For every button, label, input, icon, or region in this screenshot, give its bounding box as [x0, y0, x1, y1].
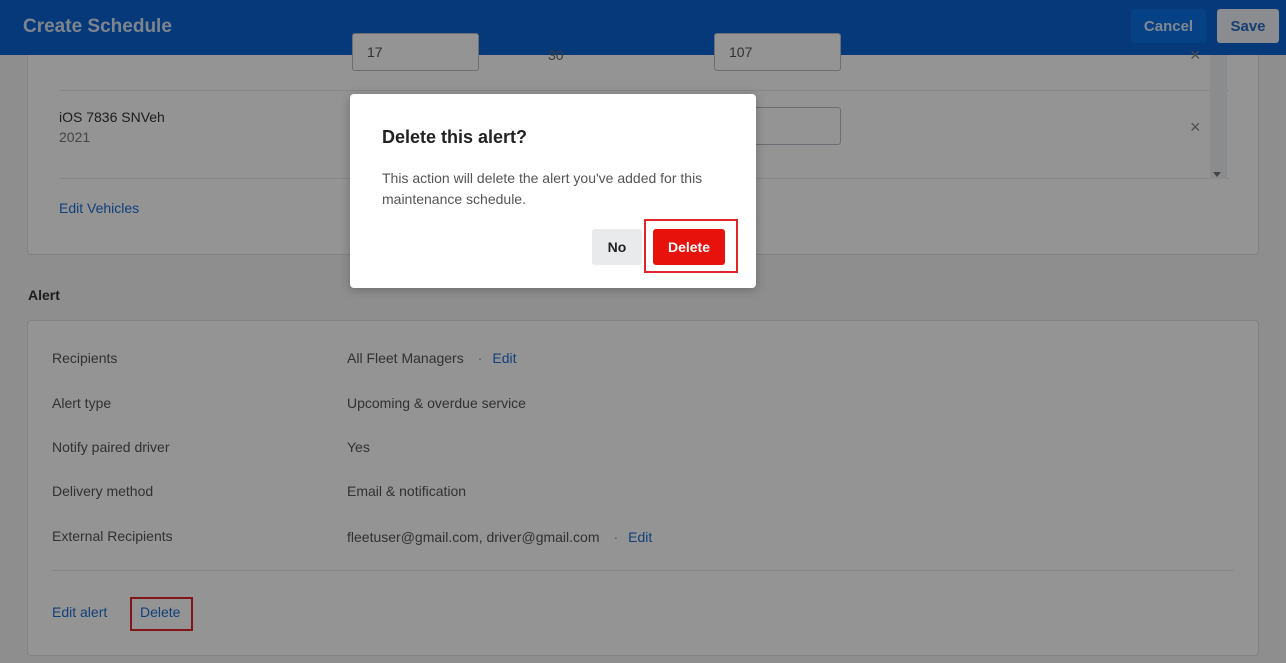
- no-button[interactable]: No: [592, 229, 642, 265]
- dialog-title: Delete this alert?: [382, 127, 528, 147]
- dialog-message: This action will delete the alert you've…: [382, 170, 703, 207]
- confirm-delete-button[interactable]: Delete: [653, 229, 725, 265]
- delete-alert-dialog: Delete this alert? This action will dele…: [350, 94, 756, 288]
